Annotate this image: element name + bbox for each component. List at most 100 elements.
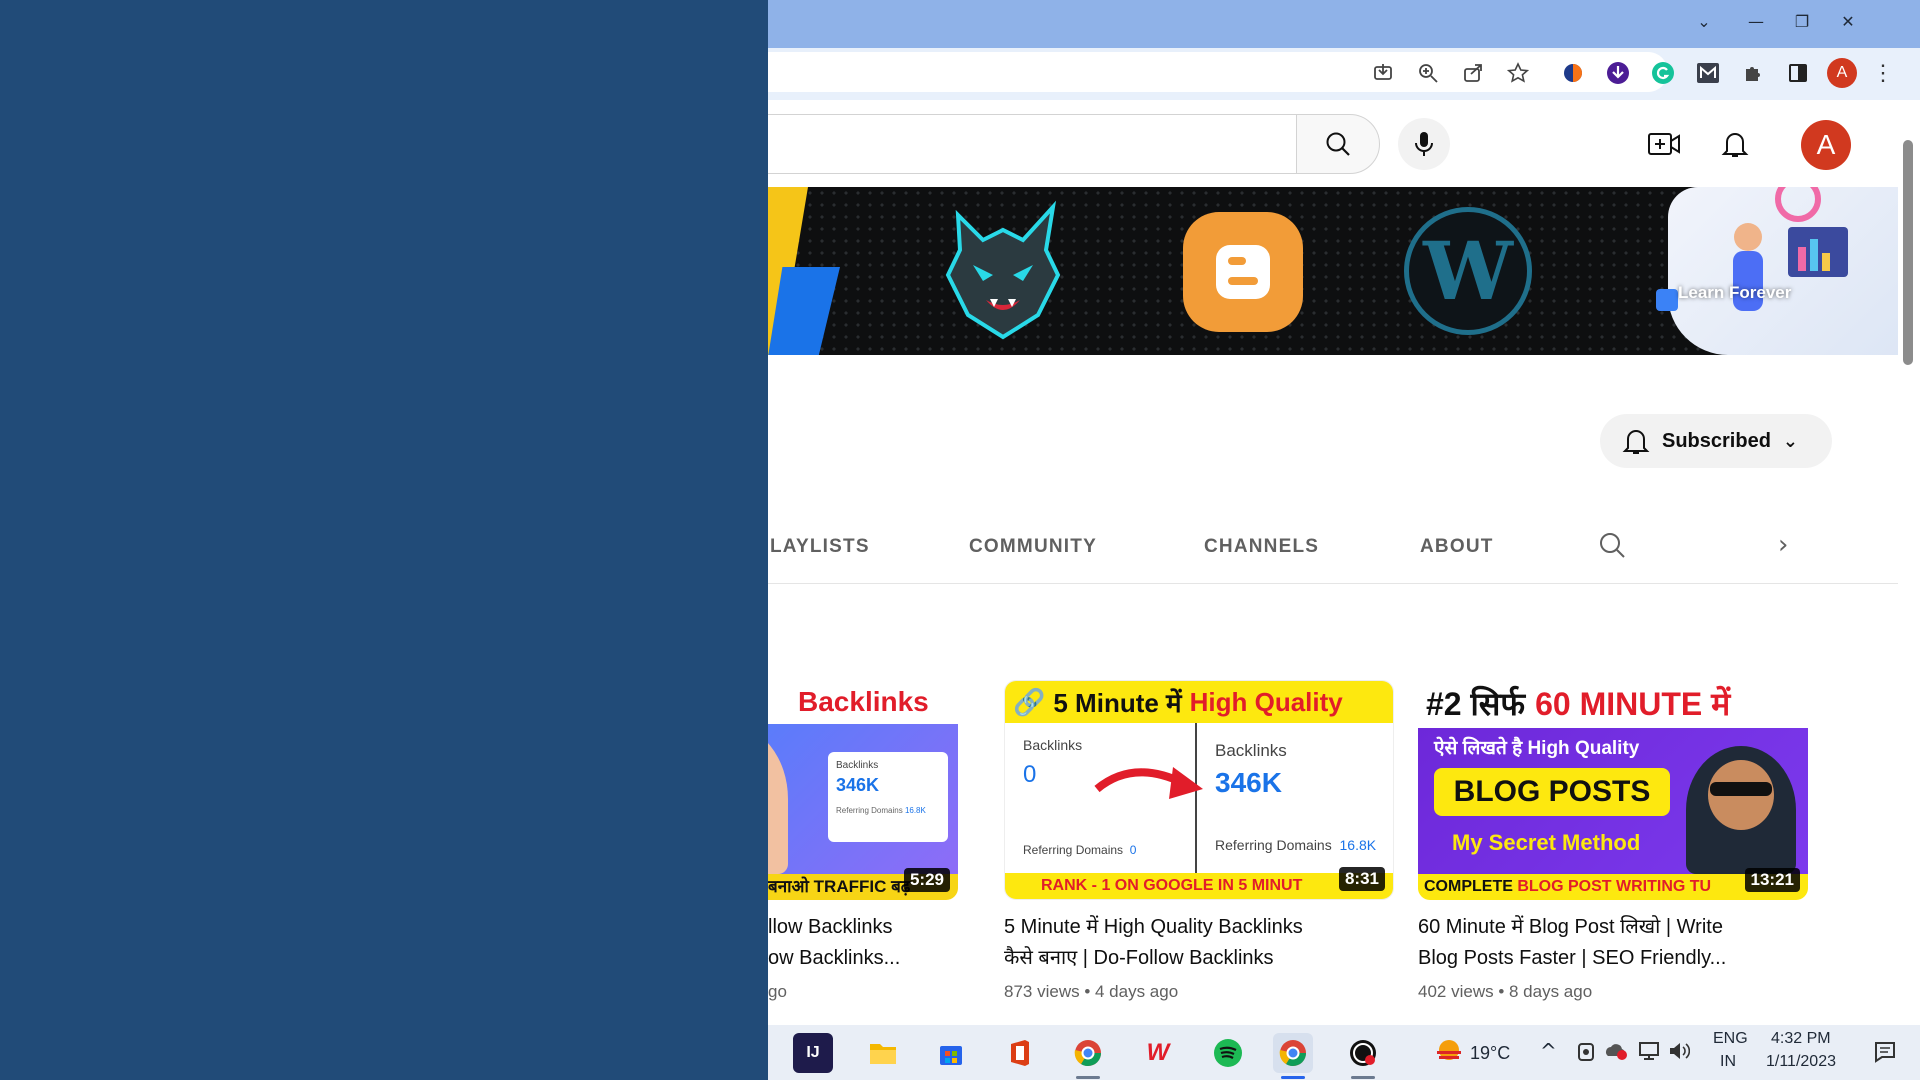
grammarly-icon[interactable] [1648,58,1678,88]
thumb-footer-a: COMPLETE [1424,878,1513,895]
notification-center-icon[interactable] [1874,1041,1896,1068]
thumb-footer-b: BLOG POST WRITING TU [1517,878,1712,895]
browser-window: ⌄ — ❐ ✕ A ⋮ A W Learn Forever Subscribed… [768,0,1920,1025]
tray-chevron-up-icon[interactable]: ^ [1540,1039,1557,1063]
onedrive-icon[interactable] [1604,1041,1628,1066]
network-icon[interactable] [1638,1041,1660,1066]
video-card[interactable]: Backlinks Backlinks 346K Referring Domai… [768,680,988,1002]
thumb-stat-label: Backlinks [836,760,879,771]
video-title-line1[interactable]: llow Backlinks [768,912,988,943]
notifications-button[interactable] [1715,124,1755,164]
obs-recorder-icon[interactable] [1343,1033,1383,1079]
restore-button[interactable]: ❐ [1782,6,1822,36]
minimize-button[interactable]: — [1736,6,1776,36]
tab-playlists[interactable]: LAYLISTS [770,536,870,558]
wps-office-icon[interactable]: W [1138,1033,1178,1073]
voice-search-button[interactable] [1398,118,1450,170]
youtube-header: A [768,100,1920,186]
video-thumbnail[interactable]: 🔗 5 Minute में High Quality Backlinks 0 … [1004,680,1394,900]
thumb-headline-a: #2 सिर्फ [1426,685,1526,722]
thumb-footer: RANK - 1 ON GOOGLE IN 5 MINUT [1005,873,1393,899]
subscribed-label: Subscribed [1662,429,1771,452]
windows-taskbar: IJ W 19°C ^ ENG IN 4:32 PM 1/11/2023 [768,1025,1920,1080]
right-label: Backlinks [1215,741,1287,760]
channel-search-icon[interactable] [1597,530,1627,565]
star-icon[interactable] [1503,58,1533,88]
search-icon [1326,132,1350,156]
install-icon[interactable] [1368,58,1398,88]
video-card[interactable]: 🔗 5 Minute में High Quality Backlinks 0 … [1004,680,1404,1002]
person-image [1686,746,1796,874]
bell-icon [1622,430,1650,454]
sidepanel-icon[interactable] [1783,58,1813,88]
video-meta: 402 views • 8 days ago [1418,982,1593,1001]
search-input[interactable] [768,114,1298,174]
language-top[interactable]: ENG [1713,1030,1748,1048]
chrome-active-icon[interactable] [1273,1033,1313,1079]
page-scrollbar[interactable] [1903,140,1913,365]
clock-time[interactable]: 4:32 PM [1771,1030,1831,1048]
chevron-down-icon: ⌄ [1782,430,1799,452]
tab-channels[interactable]: CHANNELS [1204,536,1319,558]
tab-about[interactable]: ABOUT [1420,536,1494,558]
intellij-app-icon[interactable]: IJ [793,1033,833,1073]
panther-logo-icon [945,200,1061,340]
zoom-icon[interactable] [1413,58,1443,88]
video-title-line1[interactable]: 60 Minute में Blog Post लिखो | Write [1418,912,1818,943]
subscribed-button[interactable]: Subscribed ⌄ [1600,414,1832,468]
video-title-line2[interactable]: कैसे बनाए | Do-Follow Backlinks [1004,943,1404,974]
video-card[interactable]: #2 सिर्फ 60 MINUTE में ऐसे लिखते है High… [1418,680,1818,1002]
thumb-sub: Referring Domains [836,806,903,815]
red-arrow-icon [1094,767,1203,799]
microsoft-store-icon[interactable] [931,1033,971,1073]
left-sub: Referring Domains [1023,843,1124,857]
volume-icon[interactable] [1668,1041,1691,1066]
close-window-button[interactable]: ✕ [1828,6,1868,36]
learn-forever-card [1668,187,1898,355]
video-title-line2[interactable]: ow Backlinks... [768,943,988,974]
tab-search-chevron-icon[interactable]: ⌄ [1684,6,1724,36]
bell-icon [1721,133,1749,157]
browser-menu-icon[interactable]: ⋮ [1868,58,1898,88]
tab-community[interactable]: COMMUNITY [969,536,1097,558]
thumb-headline-a: 5 Minute में [1053,688,1182,718]
create-video-button[interactable] [1644,124,1684,164]
clock-date[interactable]: 1/11/2023 [1766,1053,1836,1071]
channel-banner: W [768,187,1898,355]
video-thumbnail[interactable]: #2 सिर्फ 60 MINUTE में ऐसे लिखते है High… [1418,680,1808,900]
learn-forever-logo-icon [1656,289,1678,311]
account-avatar[interactable]: A [1801,120,1851,170]
search-button[interactable] [1296,114,1380,174]
tabs-next-chevron-icon[interactable]: › [1778,530,1788,560]
address-bar[interactable] [768,52,1668,92]
left-sub-value: 0 [1129,843,1137,857]
create-video-icon [1648,133,1680,155]
chrome-profile-icon[interactable] [1068,1033,1108,1079]
file-explorer-icon[interactable] [863,1033,903,1073]
left-label: Backlinks [1023,737,1083,753]
blogger-logo-icon [1183,212,1303,332]
video-meta: go [768,982,787,1001]
weather-icon[interactable] [1433,1037,1465,1072]
language-bottom[interactable]: IN [1720,1053,1736,1071]
right-sub-value: 16.8K [1339,837,1377,853]
office-app-icon[interactable] [1000,1033,1040,1073]
profile-avatar[interactable]: A [1827,58,1857,88]
thumb-headline: Backlinks [798,686,929,717]
spotify-icon[interactable] [1208,1033,1248,1073]
share-icon[interactable] [1458,58,1488,88]
wordpress-logo-icon: W [1404,207,1532,335]
microphone-icon [1415,132,1433,156]
extension-icon[interactable] [1558,58,1588,88]
video-duration: 5:29 [903,868,950,892]
gmail-icon[interactable] [1693,58,1723,88]
meet-now-icon[interactable] [1576,1041,1596,1068]
video-duration: 13:21 [1744,868,1800,892]
video-meta: 873 views • 4 days ago [1004,982,1179,1001]
video-thumbnail[interactable]: Backlinks Backlinks 346K Referring Domai… [768,680,958,900]
download-extension-icon[interactable] [1603,58,1633,88]
puzzle-icon[interactable] [1738,58,1768,88]
right-value: 346K [1215,767,1282,798]
video-title-line2[interactable]: Blog Posts Faster | SEO Friendly... [1418,943,1818,974]
video-title-line1[interactable]: 5 Minute में High Quality Backlinks [1004,912,1404,943]
